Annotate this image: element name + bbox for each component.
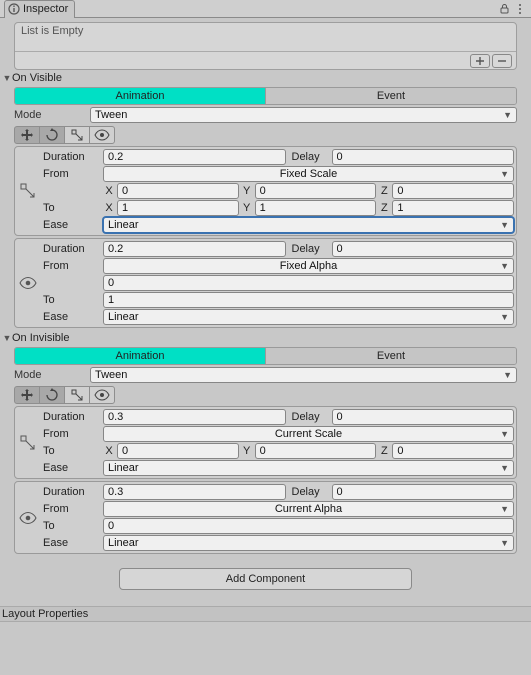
delay-input[interactable] bbox=[332, 149, 515, 165]
scale-icon bbox=[17, 409, 39, 476]
to-alpha-input[interactable] bbox=[103, 518, 514, 534]
visibility-icon bbox=[17, 241, 39, 325]
tool-visibility[interactable] bbox=[89, 126, 115, 144]
to-x-input[interactable] bbox=[117, 443, 239, 459]
ease-dropdown[interactable]: Linear▼ bbox=[103, 309, 514, 325]
mode-dropdown[interactable]: Tween▼ bbox=[90, 367, 517, 383]
on-visible-header[interactable]: ▼ On Visible bbox=[0, 70, 531, 86]
to-y-input[interactable] bbox=[255, 443, 377, 459]
inspector-tab[interactable]: Inspector bbox=[4, 0, 75, 18]
from-alpha-dropdown[interactable]: Current Alpha▼ bbox=[103, 501, 514, 517]
tool-rotate[interactable] bbox=[39, 386, 65, 404]
remove-item-button[interactable] bbox=[492, 54, 512, 68]
duration-input[interactable] bbox=[103, 241, 286, 257]
invisible-anim-scale: Duration Delay From Current Scale▼ To X … bbox=[14, 406, 517, 479]
tool-move[interactable] bbox=[14, 386, 40, 404]
to-z-input[interactable] bbox=[392, 200, 514, 216]
tool-visibility[interactable] bbox=[89, 386, 115, 404]
visibility-icon bbox=[17, 484, 39, 551]
info-icon bbox=[8, 3, 20, 15]
from-z-input[interactable] bbox=[392, 183, 514, 199]
tab-event[interactable]: Event bbox=[266, 88, 516, 104]
from-dropdown[interactable]: Current Scale▼ bbox=[103, 426, 514, 442]
visible-toolbar bbox=[14, 126, 517, 144]
scale-icon bbox=[17, 149, 39, 233]
ease-dropdown[interactable]: Linear▼ bbox=[103, 217, 514, 233]
visible-anim-alpha: Duration Delay From Fixed Alpha▼ To Eas bbox=[14, 238, 517, 328]
list-box: List is Empty bbox=[14, 22, 517, 70]
from-alpha-input[interactable] bbox=[103, 275, 514, 291]
axis-z-label: Z bbox=[378, 185, 390, 197]
duration-input[interactable] bbox=[103, 409, 286, 425]
invisible-anim-alpha: Duration Delay From Current Alpha▼ To Ea… bbox=[14, 481, 517, 554]
tool-rotate[interactable] bbox=[39, 126, 65, 144]
mode-dropdown[interactable]: Tween▼ bbox=[90, 107, 517, 123]
tab-animation[interactable]: Animation bbox=[15, 348, 266, 364]
to-alpha-input[interactable] bbox=[103, 292, 514, 308]
duration-input[interactable] bbox=[103, 484, 286, 500]
ease-dropdown[interactable]: Linear▼ bbox=[103, 535, 514, 551]
visible-anim-scale: Duration Delay From Fixed Scale▼ X Y Z bbox=[14, 146, 517, 236]
inspector-header: Inspector bbox=[0, 0, 531, 18]
visible-subtabs: Animation Event bbox=[14, 87, 517, 105]
duration-label: Duration bbox=[43, 151, 103, 163]
from-y-input[interactable] bbox=[255, 183, 377, 199]
delay-label: Delay bbox=[292, 151, 332, 163]
on-invisible-title: On Invisible bbox=[12, 332, 69, 344]
ease-label: Ease bbox=[43, 219, 103, 231]
kebab-icon[interactable] bbox=[513, 2, 527, 16]
on-invisible-header[interactable]: ▼ On Invisible bbox=[0, 330, 531, 346]
delay-input[interactable] bbox=[332, 484, 515, 500]
axis-y-label: Y bbox=[241, 185, 253, 197]
axis-x-label: X bbox=[103, 185, 115, 197]
duration-input[interactable] bbox=[103, 149, 286, 165]
layout-properties-header[interactable]: Layout Properties bbox=[0, 606, 531, 622]
invisible-toolbar bbox=[14, 386, 517, 404]
to-z-input[interactable] bbox=[392, 443, 514, 459]
tab-animation[interactable]: Animation bbox=[15, 88, 266, 104]
to-x-input[interactable] bbox=[117, 200, 239, 216]
add-item-button[interactable] bbox=[470, 54, 490, 68]
from-dropdown[interactable]: Fixed Scale▼ bbox=[103, 166, 514, 182]
tool-scale[interactable] bbox=[64, 386, 90, 404]
foldout-icon: ▼ bbox=[2, 333, 12, 343]
tool-move[interactable] bbox=[14, 126, 40, 144]
lock-icon[interactable] bbox=[497, 2, 511, 16]
to-label: To bbox=[43, 202, 103, 214]
ease-dropdown[interactable]: Linear▼ bbox=[103, 460, 514, 476]
foldout-icon: ▼ bbox=[2, 73, 12, 83]
invisible-subtabs: Animation Event bbox=[14, 347, 517, 365]
add-component-button[interactable]: Add Component bbox=[119, 568, 411, 590]
from-x-input[interactable] bbox=[117, 183, 239, 199]
list-empty-label: List is Empty bbox=[15, 23, 516, 39]
to-y-input[interactable] bbox=[255, 200, 377, 216]
tab-event[interactable]: Event bbox=[266, 348, 516, 364]
delay-input[interactable] bbox=[332, 409, 515, 425]
from-alpha-dropdown[interactable]: Fixed Alpha▼ bbox=[103, 258, 514, 274]
tool-scale[interactable] bbox=[64, 126, 90, 144]
mode-label: Mode bbox=[14, 109, 90, 121]
on-visible-title: On Visible bbox=[12, 72, 62, 84]
from-label: From bbox=[43, 168, 103, 180]
inspector-title: Inspector bbox=[23, 3, 68, 15]
delay-input[interactable] bbox=[332, 241, 515, 257]
